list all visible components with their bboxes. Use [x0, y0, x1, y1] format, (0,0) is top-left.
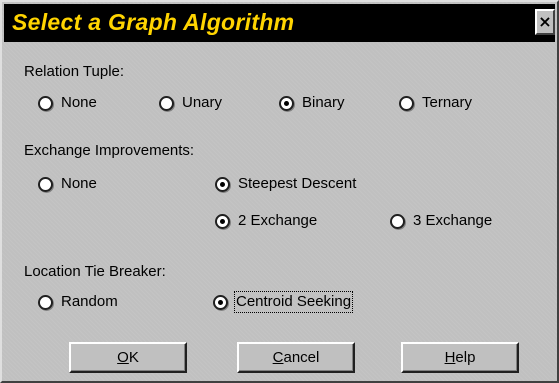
radio-circle: [279, 95, 294, 111]
radio-label: None: [61, 94, 97, 111]
radio-relation-unary[interactable]: Unary: [159, 93, 222, 113]
radio-location-random[interactable]: Random: [38, 292, 118, 312]
radio-exchange-3-exchange[interactable]: 3 Exchange: [390, 211, 492, 231]
radio-location-centroid-seeking[interactable]: Centroid Seeking: [213, 291, 354, 313]
radio-label: Steepest Descent: [238, 175, 357, 192]
radio-circle: [215, 176, 230, 192]
relation-tuple-label: Relation Tuple:: [24, 63, 125, 80]
help-mnemonic: H: [444, 349, 456, 366]
help-label-rest: elp: [455, 349, 476, 366]
radio-label: Random: [61, 293, 118, 310]
radio-label: Centroid Seeking: [233, 291, 354, 313]
radio-label: Unary: [182, 94, 223, 111]
title-bar: Select a Graph Algorithm ×: [4, 4, 555, 42]
cancel-button[interactable]: Cancel: [237, 342, 355, 373]
cancel-mnemonic: C: [272, 349, 284, 366]
radio-relation-ternary[interactable]: Ternary: [399, 93, 472, 113]
radio-exchange-2-exchange[interactable]: 2 Exchange: [215, 211, 317, 231]
radio-exchange-none[interactable]: None: [38, 174, 97, 194]
ok-button[interactable]: OK: [69, 342, 187, 373]
close-button[interactable]: ×: [535, 9, 555, 35]
radio-label: None: [61, 175, 97, 192]
radio-label: 2 Exchange: [238, 212, 318, 229]
radio-circle: [159, 95, 174, 111]
radio-circle: [38, 95, 53, 111]
radio-relation-none[interactable]: None: [38, 93, 97, 113]
close-icon: ×: [538, 12, 552, 31]
radio-label: 3 Exchange: [413, 212, 493, 229]
radio-exchange-steepest-descent[interactable]: Steepest Descent: [215, 174, 356, 194]
ok-mnemonic: O: [117, 349, 129, 366]
radio-label: Binary: [302, 94, 345, 111]
location-tie-breaker-label: Location Tie Breaker:: [24, 263, 166, 280]
radio-circle: [38, 294, 53, 310]
help-button[interactable]: Help: [401, 342, 519, 373]
cancel-label-rest: ancel: [283, 349, 320, 366]
ok-label-rest: K: [128, 349, 139, 366]
radio-circle: [390, 213, 405, 229]
radio-label: Ternary: [422, 94, 473, 111]
radio-circle: [399, 95, 414, 111]
radio-circle: [213, 294, 228, 310]
window-title: Select a Graph Algorithm: [12, 9, 295, 35]
radio-circle: [38, 176, 53, 192]
radio-relation-binary[interactable]: Binary: [279, 93, 345, 113]
dialog-window: Select a Graph Algorithm × Relation Tupl…: [0, 0, 559, 383]
exchange-improvements-label: Exchange Improvements:: [24, 142, 195, 159]
radio-circle: [215, 213, 230, 229]
